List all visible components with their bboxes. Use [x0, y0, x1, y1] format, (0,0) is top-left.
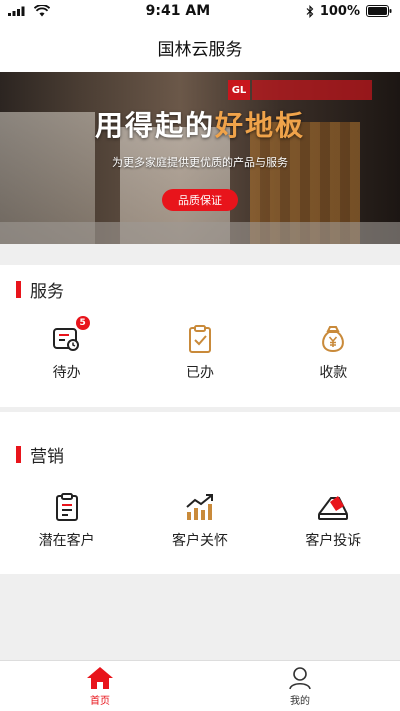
- home-icon: [87, 666, 113, 689]
- done-clipboard-icon: [183, 322, 217, 356]
- service-item-todo[interactable]: 5 待办: [0, 316, 133, 382]
- status-bar: 9:41 AM 100%: [0, 0, 400, 22]
- banner-subtitle: 为更多家庭提供更优质的产品与服务: [112, 156, 288, 169]
- marketing-item-label: 潜在客户: [38, 533, 95, 549]
- bottom-tab-bar: 首页 我的: [0, 660, 400, 711]
- nav-bar: 国林云服务: [0, 22, 400, 72]
- quality-guarantee-button[interactable]: 品质保证: [162, 189, 238, 211]
- service-section: 服务 5 待办 已办 收款: [0, 265, 400, 407]
- wifi-icon: [34, 5, 50, 17]
- status-right: 100%: [306, 4, 392, 19]
- money-bag-icon: [316, 322, 350, 356]
- complaint-envelope-icon: [316, 490, 350, 524]
- bluetooth-icon: [306, 4, 314, 18]
- banner-title: 用得起的好地板: [0, 104, 400, 144]
- battery-icon: [365, 5, 392, 17]
- status-time: 9:41 AM: [145, 3, 211, 19]
- signal-icon: [8, 6, 25, 16]
- tab-mine[interactable]: 我的: [200, 661, 400, 711]
- banner-store-floor: [0, 222, 400, 244]
- todo-count-badge: 5: [75, 316, 90, 330]
- brand-logo: GL: [228, 80, 250, 100]
- trend-chart-icon: [183, 490, 217, 524]
- service-section-header: 服务: [16, 277, 64, 302]
- marketing-item-label: 客户投诉: [305, 533, 362, 549]
- service-grid: 5 待办 已办 收款: [0, 316, 400, 382]
- marketing-item-care[interactable]: 客户关怀: [133, 490, 266, 550]
- service-item-label: 待办: [52, 365, 81, 381]
- marketing-grid: 潜在客户 客户关怀 客户投诉: [0, 490, 400, 550]
- marketing-section-title: 营销: [30, 447, 64, 467]
- service-item-label: 已办: [185, 365, 214, 381]
- service-section-title: 服务: [30, 282, 64, 302]
- section-accent-bar: [16, 446, 21, 463]
- marketing-item-prospects[interactable]: 潜在客户: [0, 490, 133, 550]
- page-title: 国林云服务: [157, 39, 243, 60]
- marketing-item-complaint[interactable]: 客户投诉: [267, 490, 400, 550]
- service-item-label: 收款: [319, 365, 348, 381]
- service-item-done[interactable]: 已办: [133, 322, 266, 382]
- tab-mine-label: 我的: [290, 695, 310, 707]
- status-left: [8, 5, 50, 17]
- banner-title-orange: 好地板: [215, 109, 306, 142]
- marketing-section-header: 营销: [16, 442, 64, 467]
- tab-home[interactable]: 首页: [0, 661, 200, 711]
- promo-banner[interactable]: GL 用得起的好地板 为更多家庭提供更优质的产品与服务 品质保证: [0, 72, 400, 244]
- marketing-section: 营销 潜在客户 客户关怀 客户投诉: [0, 412, 400, 574]
- store-sign: [252, 80, 372, 100]
- tab-home-label: 首页: [90, 695, 110, 707]
- user-icon: [289, 666, 311, 689]
- marketing-item-label: 客户关怀: [171, 533, 228, 549]
- todo-icon: 5: [50, 316, 90, 356]
- battery-percent: 100%: [319, 3, 360, 19]
- section-accent-bar: [16, 281, 21, 298]
- banner-title-white: 用得起的: [94, 109, 215, 142]
- service-item-payment[interactable]: 收款: [267, 322, 400, 382]
- clipboard-list-icon: [50, 490, 84, 524]
